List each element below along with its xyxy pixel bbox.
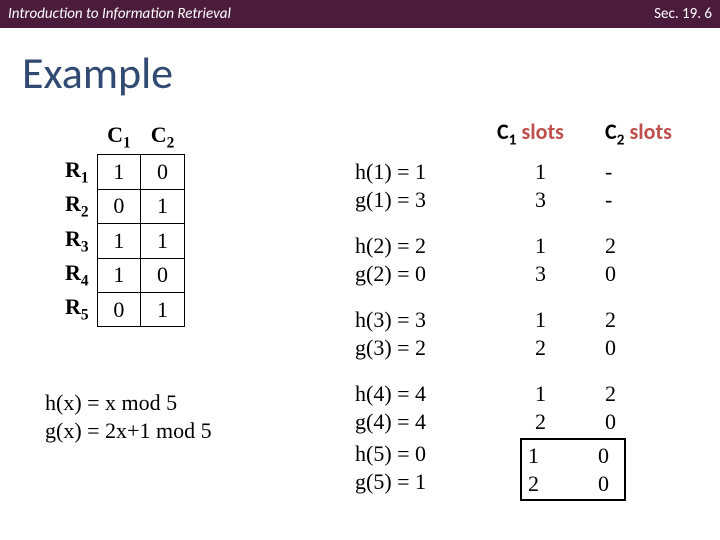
step-hg: h(1) = 1 g(1) = 3 [355, 158, 426, 213]
step-slots: 12 20 [535, 380, 625, 435]
hash-formula-g: g(x) = 2x+1 mod 5 [45, 418, 212, 444]
matrix-row-label: R1 [55, 155, 97, 189]
slide-content: C1 C2 R1 1 0 R2 0 1 R3 1 1 R4 1 0 R5 0 1 [0, 110, 720, 540]
step-g: g(1) = 3 [355, 186, 426, 214]
matrix-cell: 1 [97, 258, 141, 292]
slide-title: Example [22, 46, 720, 100]
slot-val: - [605, 158, 625, 186]
slots-header-c1: C1 slots [497, 118, 564, 149]
slot-val: 0 [605, 260, 625, 288]
matrix-row-label: R5 [55, 292, 97, 326]
matrix-cell: 0 [141, 258, 185, 292]
matrix-cell: 1 [97, 155, 141, 189]
slot-val: 3 [535, 260, 555, 288]
slot-val: 2 [605, 232, 625, 260]
matrix-col-c2: C2 [141, 120, 185, 155]
step-g: g(3) = 2 [355, 334, 426, 362]
step-h: h(3) = 3 [355, 306, 426, 334]
slot-val: 2 [605, 380, 625, 408]
slot-val: - [605, 186, 625, 214]
matrix-cell: 1 [141, 224, 185, 258]
slot-val: 2 [605, 306, 625, 334]
slot-val: 2 [528, 470, 548, 498]
step-hg: h(3) = 3 g(3) = 2 [355, 306, 426, 361]
step-h: h(1) = 1 [355, 158, 426, 186]
header-left: Introduction to Information Retrieval [8, 0, 231, 28]
slot-val: 1 [535, 232, 555, 260]
slot-val: 0 [598, 470, 618, 498]
matrix-cell: 1 [141, 189, 185, 223]
matrix-row-label: R3 [55, 224, 97, 258]
step-slots: 13 20 [535, 232, 625, 287]
slot-val: 0 [598, 442, 618, 470]
step-hg: h(2) = 2 g(2) = 0 [355, 232, 426, 287]
step-h: h(4) = 4 [355, 380, 426, 408]
hash-formula-h: h(x) = x mod 5 [45, 390, 177, 416]
step-slots: 13 -- [535, 158, 625, 213]
matrix-cell: 0 [141, 155, 185, 189]
slot-val: 0 [605, 334, 625, 362]
matrix-row-label: R2 [55, 189, 97, 223]
slot-val: 1 [535, 306, 555, 334]
slot-val: 1 [535, 158, 555, 186]
matrix-row-label: R4 [55, 258, 97, 292]
slide-header: Introduction to Information Retrieval Se… [0, 0, 720, 28]
slot-val: 0 [605, 408, 625, 436]
step-slots: 12 20 [535, 306, 625, 361]
slot-val: 2 [535, 408, 555, 436]
step-h: h(2) = 2 [355, 232, 426, 260]
step-h: h(5) = 0 [355, 440, 426, 468]
matrix-cell: 1 [97, 224, 141, 258]
matrix-cell: 1 [141, 292, 185, 326]
slot-val: 3 [535, 186, 555, 214]
matrix-cell: 0 [97, 292, 141, 326]
final-result-box: 12 00 [520, 438, 626, 501]
slot-val: 1 [528, 442, 548, 470]
step-hg: h(4) = 4 g(4) = 4 [355, 380, 426, 435]
step-g: g(4) = 4 [355, 408, 426, 436]
slot-val: 1 [535, 380, 555, 408]
matrix-table: C1 C2 R1 1 0 R2 0 1 R3 1 1 R4 1 0 R5 0 1 [55, 120, 185, 327]
matrix-cell: 0 [97, 189, 141, 223]
step-g: g(5) = 1 [355, 468, 426, 496]
step-g: g(2) = 0 [355, 260, 426, 288]
header-right: Sec. 19. 6 [654, 0, 712, 28]
step-hg: h(5) = 0 g(5) = 1 [355, 440, 426, 495]
slots-header-c2: C2 slots [605, 118, 672, 149]
slot-val: 2 [535, 334, 555, 362]
matrix-col-c1: C1 [97, 120, 141, 155]
